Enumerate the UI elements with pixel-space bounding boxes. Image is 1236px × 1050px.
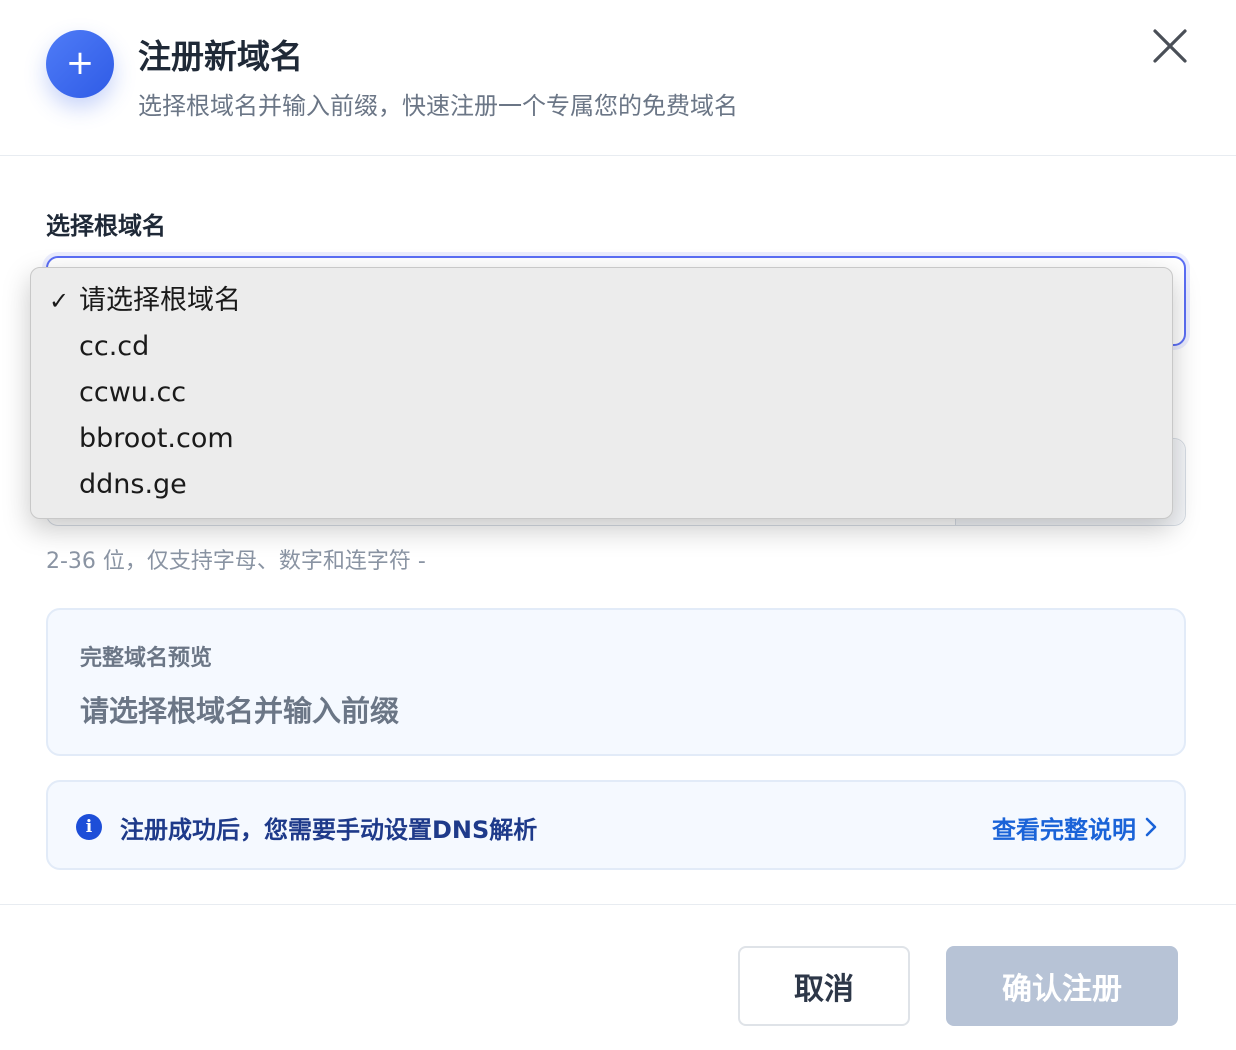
domain-preview-card: 完整域名预览 请选择根域名并输入前缀 [46, 608, 1186, 756]
root-domain-label: 选择根域名 [46, 212, 166, 240]
option-label: bbroot.com [79, 423, 234, 454]
modal-subtitle: 选择根域名并输入前缀，快速注册一个专属您的免费域名 [138, 92, 738, 120]
dropdown-option[interactable]: cc.cd [31, 324, 1172, 370]
option-label: 请选择根域名 [79, 285, 241, 316]
option-label: cc.cd [79, 331, 150, 362]
close-button[interactable] [1148, 22, 1192, 70]
view-instructions-link[interactable]: 查看完整说明 [992, 810, 1158, 845]
close-icon [1153, 29, 1187, 63]
modal-title: 注册新域名 [138, 37, 303, 76]
option-label: ccwu.cc [79, 377, 187, 408]
plus-icon: + [46, 30, 114, 98]
dropdown-option[interactable]: bbroot.com [31, 416, 1172, 462]
cancel-button[interactable]: 取消 [738, 946, 910, 1026]
dns-notice: i 注册成功后，您需要手动设置DNS解析 查看完整说明 [46, 780, 1186, 870]
dropdown-option[interactable]: ddns.ge [31, 462, 1172, 508]
chevron-right-icon [1144, 816, 1158, 844]
preview-label: 完整域名预览 [80, 646, 213, 671]
preview-value: 请选择根域名并输入前缀 [80, 694, 400, 728]
register-domain-modal: + 注册新域名 选择根域名并输入前缀，快速注册一个专属您的免费域名 选择根域名 … [0, 0, 1236, 1050]
prefix-hint: 2-36 位，仅支持字母、数字和连字符 - [46, 549, 426, 574]
root-domain-dropdown: ✓ 请选择根域名 cc.cd ccwu.cc bbroot.com ddns.g… [30, 267, 1173, 519]
option-label: ddns.ge [79, 469, 187, 500]
info-icon: i [76, 814, 102, 840]
dropdown-option[interactable]: ccwu.cc [31, 370, 1172, 416]
confirm-register-button[interactable]: 确认注册 [946, 946, 1178, 1026]
dropdown-option[interactable]: ✓ 请选择根域名 [31, 278, 1172, 324]
notice-text: 注册成功后，您需要手动设置DNS解析 [120, 816, 538, 844]
modal-footer: 取消 确认注册 [0, 904, 1236, 1050]
checkmark-icon: ✓ [49, 287, 70, 315]
modal-header: + 注册新域名 选择根域名并输入前缀，快速注册一个专属您的免费域名 [0, 0, 1236, 156]
link-label: 查看完整说明 [992, 816, 1136, 844]
